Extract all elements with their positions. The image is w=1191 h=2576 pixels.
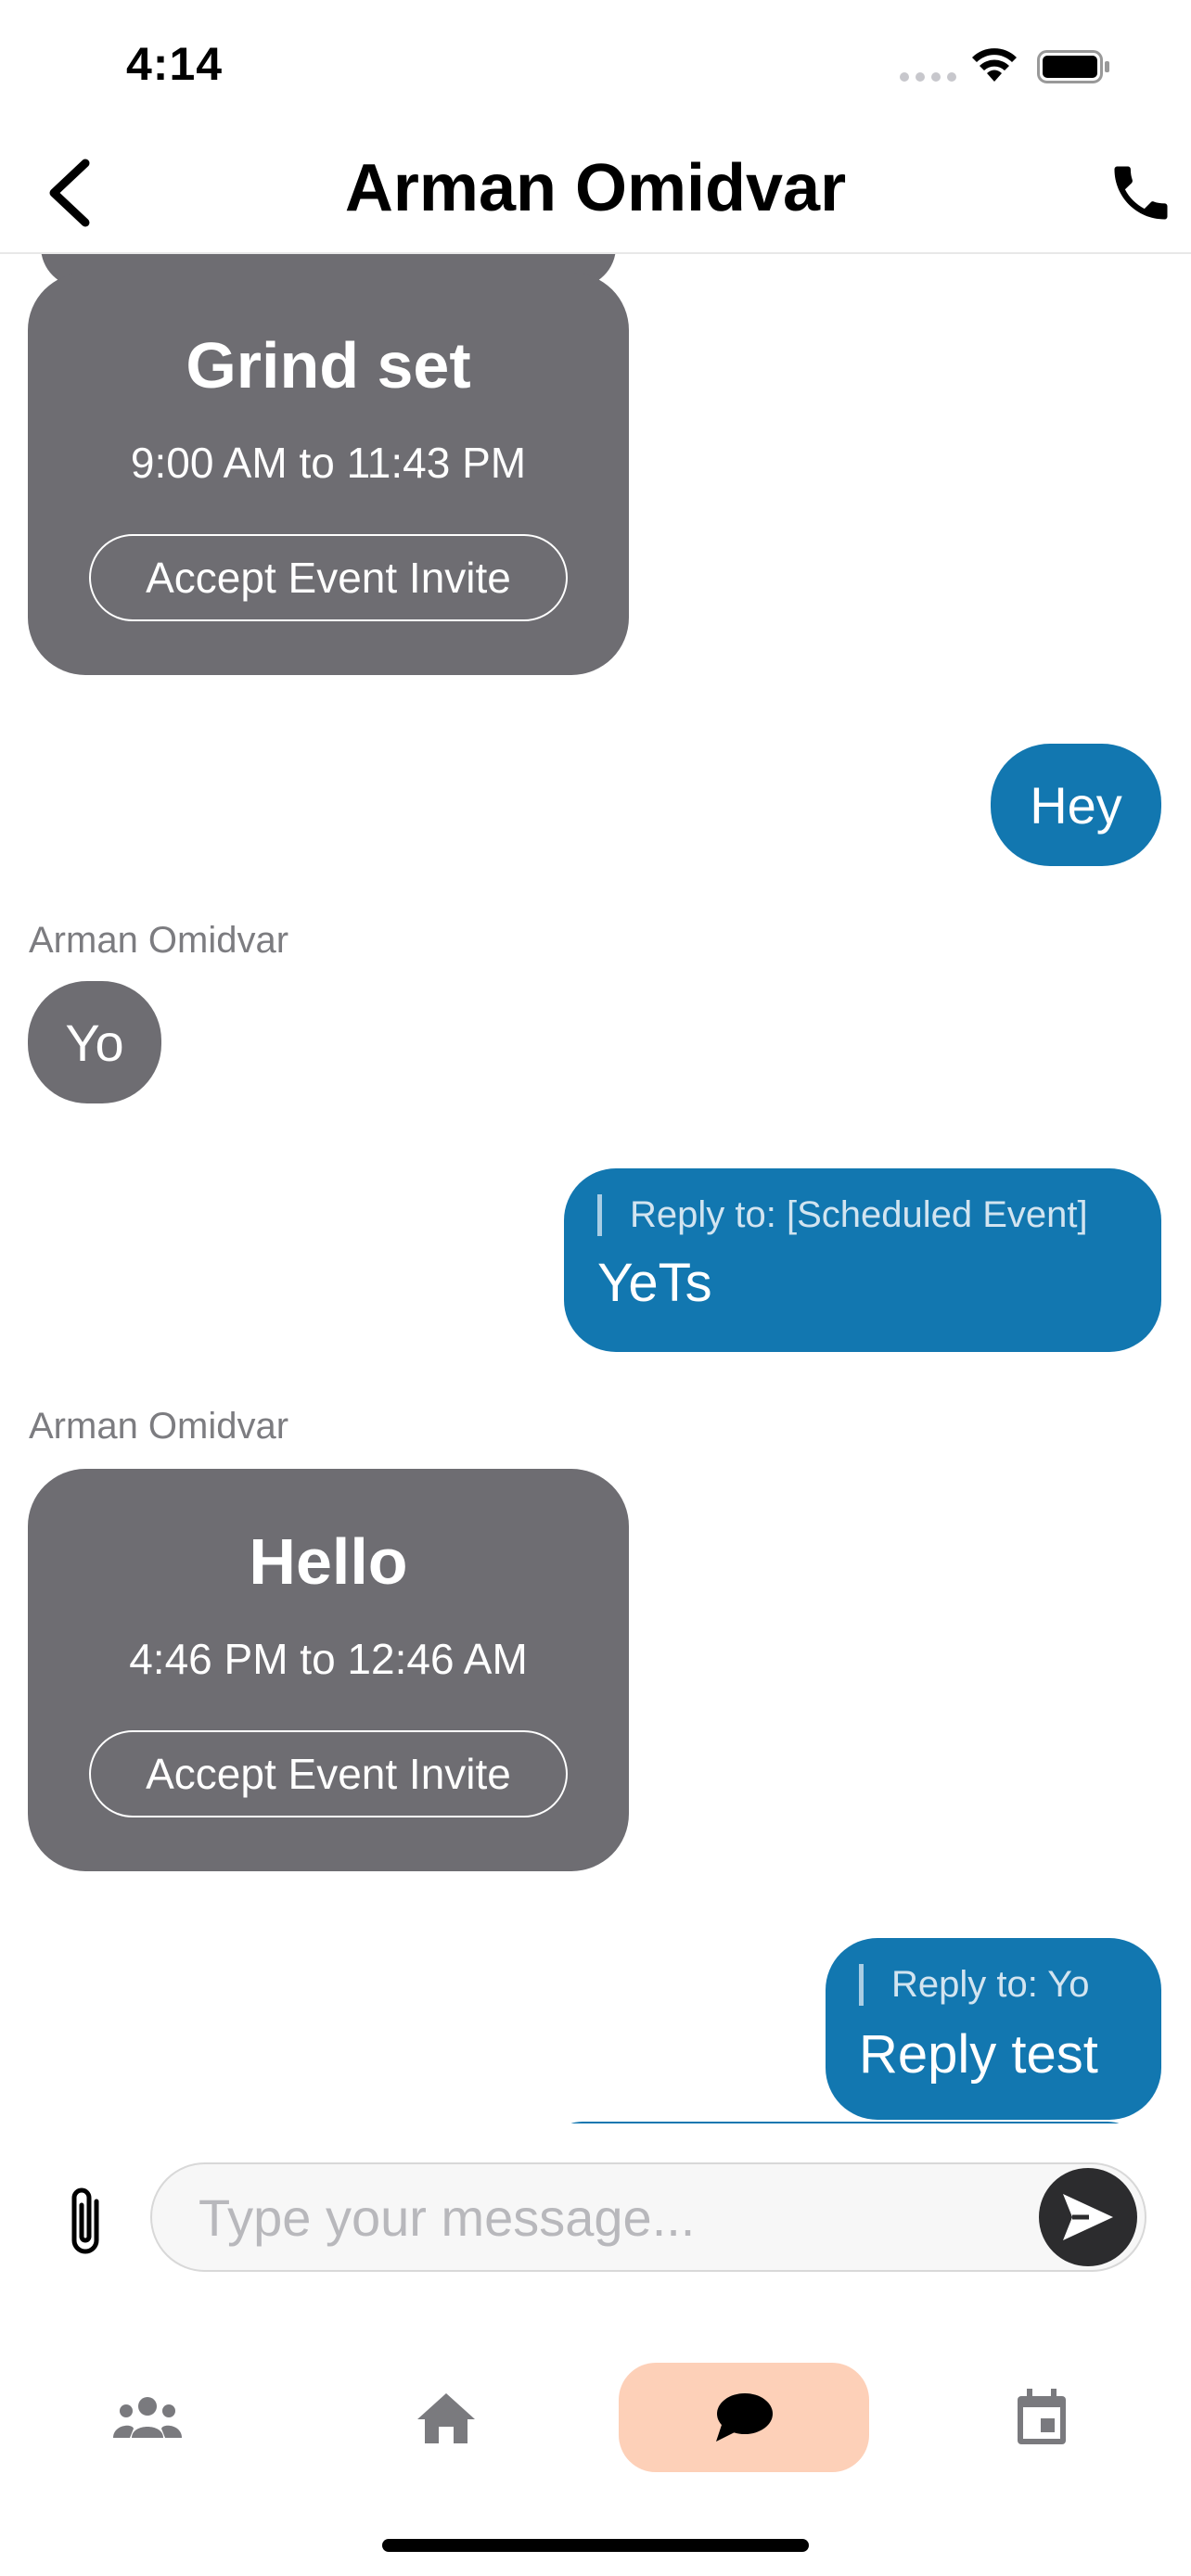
tab-chat[interactable] (619, 2363, 869, 2472)
message-list[interactable]: Grind set 9:00 AM to 11:43 PM Accept Eve… (0, 254, 1191, 2123)
home-indicator (382, 2539, 809, 2552)
event-time: 4:46 PM to 12:46 AM (129, 1635, 528, 1683)
tab-friends[interactable] (22, 2363, 273, 2472)
sender-name: Arman Omidvar (29, 1406, 289, 1447)
incoming-message[interactable]: Yo (28, 981, 161, 1103)
reply-message[interactable]: Reply to: Yo Reply test (826, 1938, 1161, 2120)
reply-text: Reply test (859, 2024, 1098, 2085)
tab-bar (0, 2309, 1191, 2576)
chat-icon (716, 2393, 773, 2442)
cellular-signal-icon (900, 72, 956, 82)
message-input[interactable] (150, 2162, 1146, 2272)
tab-calendar[interactable] (916, 2363, 1167, 2472)
event-invite-card: Hello 4:46 PM to 12:46 AM Accept Event I… (28, 1469, 629, 1871)
chat-header: Arman Omidvar (0, 130, 1191, 254)
reply-message[interactable]: Reply to: [Scheduled Event] YeTs (564, 1168, 1161, 1352)
page-title: Arman Omidvar (344, 151, 847, 225)
accept-event-invite-button[interactable]: Accept Event Invite (89, 534, 568, 621)
event-time: 9:00 AM to 11:43 PM (130, 439, 527, 487)
reply-quote: Reply to: Yo (859, 1964, 1090, 2006)
event-title: Grind set (186, 329, 471, 402)
phone-icon[interactable] (1106, 158, 1176, 228)
reply-text: YeTs (597, 1253, 712, 1313)
wifi-icon (972, 48, 1017, 82)
reply-quote: Reply to: [Scheduled Event] (597, 1194, 1088, 1236)
home-icon (417, 2393, 475, 2443)
event-invite-card: Grind set 9:00 AM to 11:43 PM Accept Eve… (28, 273, 629, 675)
sender-name: Arman Omidvar (29, 920, 289, 961)
send-icon (1063, 2194, 1113, 2240)
send-button[interactable] (1039, 2168, 1137, 2266)
outgoing-message[interactable]: Hey (991, 744, 1161, 866)
event-title: Hello (249, 1525, 408, 1598)
battery-icon (1037, 50, 1109, 83)
tab-home[interactable] (321, 2363, 571, 2472)
status-bar: 4:14 (0, 0, 1191, 130)
calendar-icon (1018, 2389, 1066, 2444)
accept-event-invite-button[interactable]: Accept Event Invite (89, 1730, 568, 1817)
status-time: 4:14 (126, 38, 224, 90)
people-icon (113, 2397, 182, 2438)
paperclip-icon[interactable] (61, 2183, 115, 2259)
message-composer (0, 2123, 1191, 2309)
